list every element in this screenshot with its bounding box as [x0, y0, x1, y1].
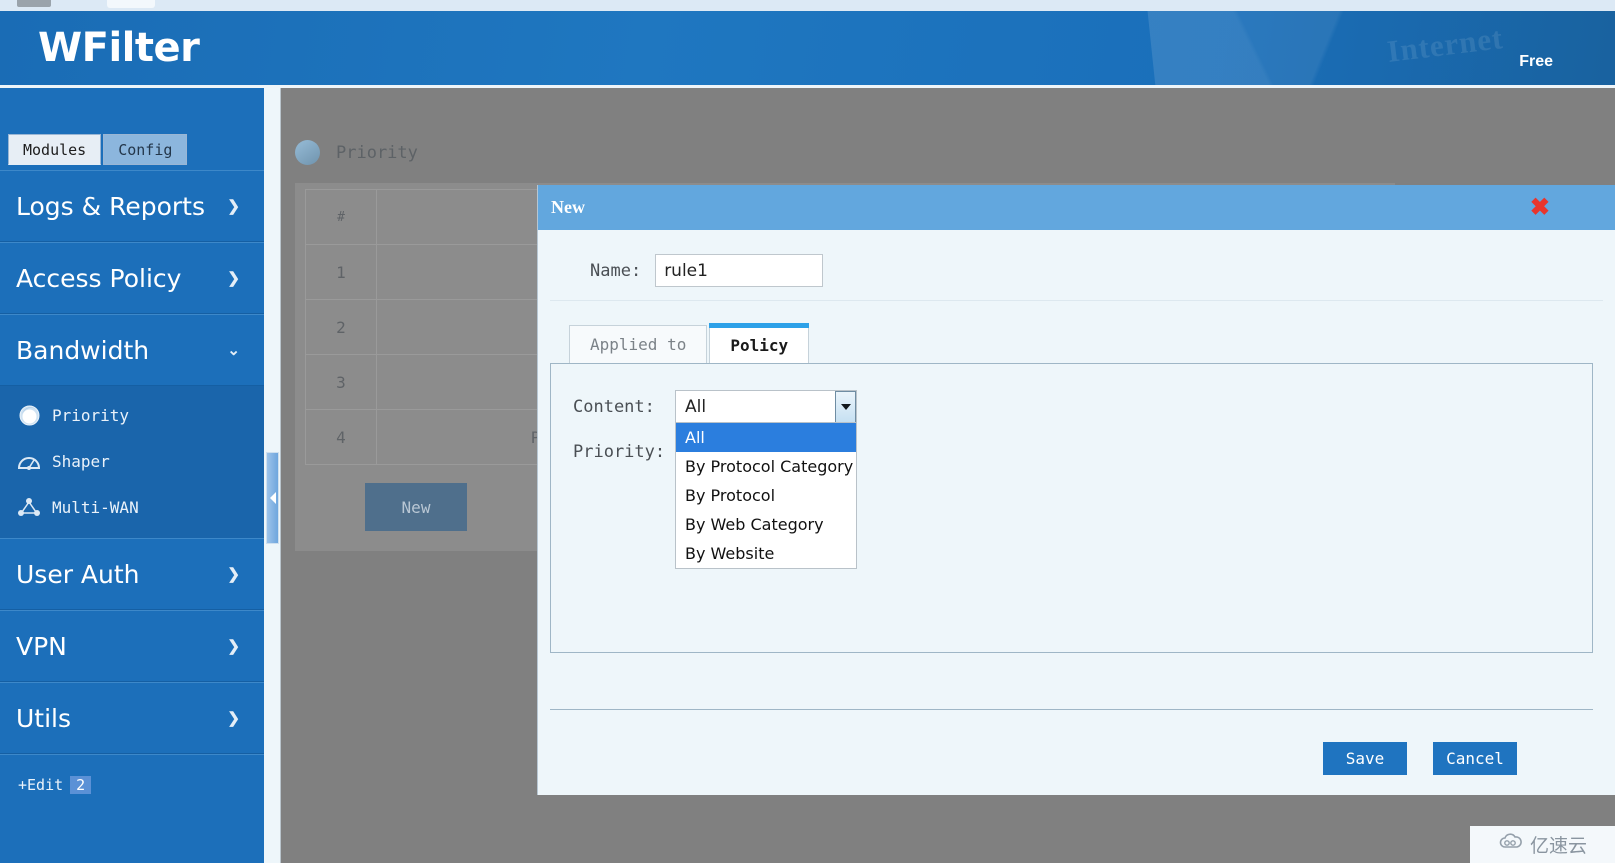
caret-glyph: [841, 404, 851, 410]
chevron-right-icon: ❯: [227, 637, 240, 655]
edition-badge: Free: [1519, 53, 1553, 71]
sidebar-item-label: VPN: [16, 632, 67, 661]
sidebar-subgroup-bandwidth: Priority Shaper: [0, 386, 264, 538]
sidebar-item-vpn[interactable]: VPN ❯: [0, 610, 264, 682]
dialog-actions: Save Cancel: [1323, 742, 1517, 775]
close-icon[interactable]: ✖: [1530, 196, 1550, 220]
sidebar-tab-config[interactable]: Config: [103, 134, 187, 165]
cancel-button[interactable]: Cancel: [1433, 742, 1517, 775]
new-rule-button[interactable]: New: [365, 483, 467, 531]
page-title-row: Priority: [295, 140, 418, 165]
sidebar-tab-modules[interactable]: Modules: [8, 134, 101, 165]
cloud-icon: [1498, 833, 1524, 856]
chevron-left-icon: [270, 492, 276, 504]
sidebar-edit-label: +Edit: [18, 776, 63, 794]
chevron-down-icon[interactable]: [835, 391, 856, 422]
priority-field-row: Priority:: [573, 442, 675, 462]
dialog-tabs: Applied to Policy: [569, 318, 1615, 363]
content-select-value[interactable]: All: [675, 390, 857, 423]
cell-index: 2: [306, 300, 377, 355]
name-field-label: Name:: [590, 261, 641, 281]
sidebar-item-user-auth[interactable]: User Auth ❯: [0, 538, 264, 610]
sidebar-item-label: User Auth: [16, 560, 140, 589]
sidebar-item-label: Logs & Reports: [16, 192, 205, 221]
priority-label: Priority:: [573, 442, 675, 462]
sidebar-tabs: Modules Config: [8, 131, 187, 165]
content-field-row: Content: All All By Protocol Category By…: [573, 390, 857, 423]
content-label: Content:: [573, 397, 675, 417]
sidebar: Modules Config Logs & Reports ❯ Access P…: [0, 88, 265, 863]
tab-applied-to[interactable]: Applied to: [569, 325, 707, 363]
sidebar-item-label: Utils: [16, 704, 71, 733]
cell-index: 4: [306, 410, 377, 465]
sidebar-edit-row[interactable]: +Edit 2: [0, 754, 264, 815]
sidebar-item-label: Shaper: [52, 452, 110, 471]
browser-tab-remnant: [107, 0, 155, 8]
network-icon: [17, 495, 41, 519]
watermark-text: 亿速云: [1530, 831, 1587, 858]
sidebar-item-label: Multi-WAN: [52, 498, 139, 517]
page-title: Priority: [336, 143, 418, 163]
option-all[interactable]: All: [676, 423, 856, 452]
sidebar-nav: Logs & Reports ❯ Access Policy ❯ Bandwid…: [0, 170, 264, 815]
chevron-right-icon: ❯: [227, 269, 240, 287]
content-select-options: All By Protocol Category By Protocol By …: [675, 423, 857, 569]
save-button[interactable]: Save: [1323, 742, 1407, 775]
sidebar-item-utils[interactable]: Utils ❯: [0, 682, 264, 754]
chevron-right-icon: ❯: [227, 565, 240, 583]
new-rule-dialog: New ✖ Name: Applied to Policy Content: A…: [537, 185, 1615, 795]
site-watermark: 亿速云: [1470, 826, 1615, 863]
dialog-title: New: [551, 197, 585, 218]
content-select[interactable]: All All By Protocol Category By Protocol…: [675, 390, 857, 423]
gauge-icon: [17, 449, 41, 473]
sidebar-collapse-handle[interactable]: [266, 452, 279, 544]
sphere-icon: [295, 140, 320, 165]
sidebar-edit-badge: 2: [70, 776, 91, 794]
option-by-protocol-category[interactable]: By Protocol Category: [676, 452, 856, 481]
browser-button-remnant: [17, 0, 51, 7]
app-logo: WFilter: [38, 25, 199, 71]
sidebar-item-bandwidth[interactable]: Bandwidth ⌄: [0, 314, 264, 386]
sidebar-item-label: Priority: [52, 406, 129, 425]
sphere-icon: [17, 403, 41, 427]
option-by-website[interactable]: By Website: [676, 539, 856, 568]
option-by-web-category[interactable]: By Web Category: [676, 510, 856, 539]
sidebar-item-logs-reports[interactable]: Logs & Reports ❯: [0, 170, 264, 242]
chevron-down-icon: ⌄: [227, 341, 240, 359]
cell-index: 1: [306, 245, 377, 300]
sidebar-item-multi-wan[interactable]: Multi-WAN: [0, 484, 264, 530]
option-by-protocol[interactable]: By Protocol: [676, 481, 856, 510]
dialog-footer-divider: [550, 709, 1593, 711]
browser-chrome-strip: [0, 0, 1615, 11]
cell-index: 3: [306, 355, 377, 410]
name-field-row: Name:: [550, 241, 1603, 301]
sidebar-item-label: Access Policy: [16, 264, 181, 293]
sidebar-item-shaper[interactable]: Shaper: [0, 438, 264, 484]
sidebar-item-access-policy[interactable]: Access Policy ❯: [0, 242, 264, 314]
name-input[interactable]: [655, 254, 823, 287]
sidebar-item-priority[interactable]: Priority: [0, 392, 264, 438]
policy-tab-panel: Content: All All By Protocol Category By…: [550, 363, 1593, 653]
col-index: #: [306, 190, 377, 245]
chevron-right-icon: ❯: [227, 197, 240, 215]
dialog-header: New ✖: [538, 185, 1615, 230]
tab-policy[interactable]: Policy: [709, 323, 809, 363]
app-root: Internet WFilter Free Priority # Name: [0, 0, 1615, 863]
chevron-right-icon: ❯: [227, 709, 240, 727]
app-header: Internet WFilter Free: [0, 11, 1615, 85]
header-watermark-text: Internet: [1385, 20, 1505, 70]
sidebar-item-label: Bandwidth: [16, 336, 149, 365]
